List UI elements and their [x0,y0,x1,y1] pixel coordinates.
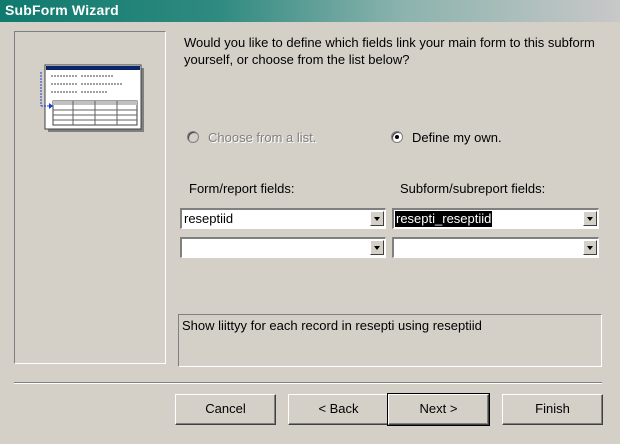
window-title: SubForm Wizard [5,2,119,18]
dropdown-arrow-icon[interactable] [370,240,384,255]
choose-from-list-label: Choose from a list. [208,129,317,145]
title-bar[interactable]: SubForm Wizard [0,0,620,22]
wizard-prompt: Would you like to define which fields li… [184,35,595,67]
subform-field-select-2[interactable] [392,237,599,258]
button-separator [14,382,602,384]
radio-circle [187,131,199,143]
form-field-select-1[interactable]: reseptiid [180,208,386,229]
form-field-value: reseptiid [184,211,234,226]
subform-fields-label: Subform/subreport fields: [400,181,546,196]
dropdown-arrow-icon[interactable] [583,211,597,226]
dropdown-arrow-icon[interactable] [583,240,597,255]
next-button[interactable]: Next > [387,393,490,426]
subform-preview-icon [40,64,144,132]
finish-button[interactable]: Finish [502,394,603,425]
wizard-illustration-panel [14,31,166,364]
dropdown-arrow-icon[interactable] [370,211,384,226]
subform-field-value: resepti_reseptiid [395,211,493,227]
form-field-select-2[interactable] [180,237,386,258]
back-button[interactable]: < Back [288,394,389,425]
link-description-text: Show liittyy for each record in resepti … [182,318,482,333]
radio-circle [391,131,403,143]
define-my-own-radio[interactable]: Define my own. [391,129,502,145]
choose-from-list-radio: Choose from a list. [187,129,316,145]
define-my-own-label: Define my own. [412,129,502,145]
form-fields-label: Form/report fields: [189,181,295,196]
link-description-box: Show liittyy for each record in resepti … [178,314,602,367]
cancel-button[interactable]: Cancel [175,394,276,425]
subform-field-select-1[interactable]: resepti_reseptiid [392,208,599,229]
subform-wizard-window: SubForm Wizard Would you like to define … [0,0,620,444]
